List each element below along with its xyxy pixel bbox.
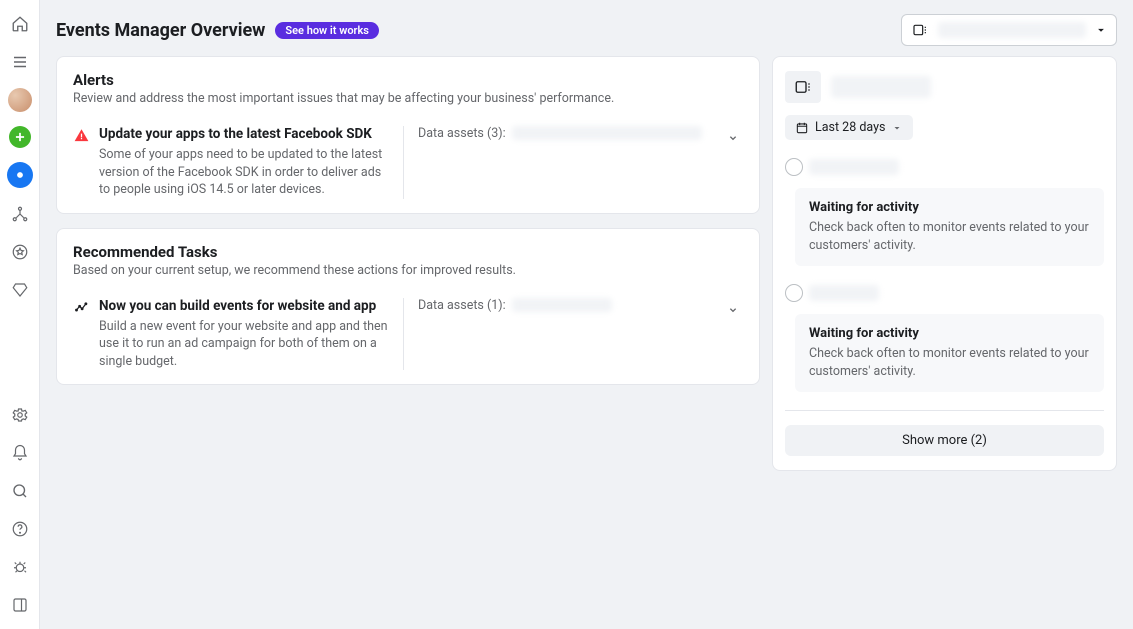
date-range-selector[interactable]: Last 28 days bbox=[785, 115, 913, 140]
tasks-title: Recommended Tasks bbox=[73, 243, 743, 261]
nav-menu-icon[interactable] bbox=[8, 50, 32, 74]
page-title: Events Manager Overview bbox=[56, 20, 265, 41]
main-content: Events Manager Overview See how it works… bbox=[40, 0, 1133, 629]
nav-search-icon[interactable] bbox=[8, 479, 32, 503]
data-source-row[interactable] bbox=[785, 284, 1104, 302]
see-how-it-works-badge[interactable]: See how it works bbox=[275, 22, 379, 39]
data-sources-panel: Last 28 days Waiting for activity Check … bbox=[772, 56, 1117, 471]
task-item-title: Now you can build events for website and… bbox=[99, 298, 389, 314]
page-header: Events Manager Overview See how it works bbox=[56, 14, 1117, 46]
task-item: Now you can build events for website and… bbox=[73, 292, 743, 371]
activity-desc: Check back often to monitor events relat… bbox=[809, 345, 1090, 380]
source-status-icon bbox=[785, 158, 803, 176]
nav-events-active-icon[interactable] bbox=[7, 162, 33, 188]
caret-down-icon bbox=[891, 122, 903, 134]
left-nav-rail bbox=[0, 0, 40, 629]
nav-help-icon[interactable] bbox=[8, 517, 32, 541]
sources-header bbox=[785, 71, 1104, 103]
tasks-subtitle: Based on your current setup, we recommen… bbox=[73, 263, 743, 278]
nav-notifications-icon[interactable] bbox=[8, 441, 32, 465]
nav-settings-icon[interactable] bbox=[8, 403, 32, 427]
account-icon bbox=[910, 21, 930, 39]
show-more-button[interactable]: Show more (2) bbox=[785, 425, 1104, 456]
alerts-card: Alerts Review and address the most impor… bbox=[56, 56, 760, 214]
alert-data-assets: Data assets (3): bbox=[403, 126, 713, 199]
account-name-redacted bbox=[938, 22, 1086, 38]
task-assets-redacted bbox=[512, 298, 612, 312]
account-selector-dropdown[interactable] bbox=[901, 14, 1117, 46]
nav-diamond-icon[interactable] bbox=[8, 278, 32, 302]
trend-icon bbox=[73, 298, 89, 315]
warning-icon bbox=[73, 126, 89, 143]
task-item-desc: Build a new event for your website and a… bbox=[99, 318, 389, 371]
alert-item-desc: Some of your apps need to be updated to … bbox=[99, 146, 389, 199]
alert-item-title: Update your apps to the latest Facebook … bbox=[99, 126, 389, 142]
nav-panel-icon[interactable] bbox=[8, 593, 32, 617]
data-source-row[interactable] bbox=[785, 158, 1104, 176]
task-assets-label: Data assets (1): bbox=[418, 298, 506, 313]
activity-title: Waiting for activity bbox=[809, 200, 1090, 215]
alert-assets-redacted bbox=[512, 126, 702, 140]
sources-icon bbox=[785, 71, 821, 103]
nav-connections-icon[interactable] bbox=[8, 202, 32, 226]
caret-down-icon bbox=[1094, 23, 1108, 37]
activity-status-box: Waiting for activity Check back often to… bbox=[795, 314, 1104, 392]
nav-bug-icon[interactable] bbox=[8, 555, 32, 579]
activity-desc: Check back often to monitor events relat… bbox=[809, 219, 1090, 254]
alerts-title: Alerts bbox=[73, 71, 743, 89]
alert-item: Update your apps to the latest Facebook … bbox=[73, 120, 743, 199]
tasks-card: Recommended Tasks Based on your current … bbox=[56, 228, 760, 386]
source-name-redacted bbox=[809, 285, 879, 301]
calendar-icon bbox=[795, 121, 809, 135]
activity-status-box: Waiting for activity Check back often to… bbox=[795, 188, 1104, 266]
nav-avatar[interactable] bbox=[8, 88, 32, 112]
task-data-assets: Data assets (1): bbox=[403, 298, 713, 371]
source-name-redacted bbox=[809, 159, 899, 175]
sources-title-redacted bbox=[831, 76, 931, 98]
alert-expand-chevron[interactable] bbox=[723, 126, 743, 146]
nav-home-icon[interactable] bbox=[8, 12, 32, 36]
activity-title: Waiting for activity bbox=[809, 326, 1090, 341]
nav-star-icon[interactable] bbox=[8, 240, 32, 264]
date-range-label: Last 28 days bbox=[815, 120, 885, 135]
source-status-icon bbox=[785, 284, 803, 302]
divider bbox=[785, 410, 1104, 411]
alerts-subtitle: Review and address the most important is… bbox=[73, 91, 743, 106]
task-expand-chevron[interactable] bbox=[723, 298, 743, 318]
nav-add-button[interactable] bbox=[9, 126, 31, 148]
alert-assets-label: Data assets (3): bbox=[418, 126, 506, 141]
